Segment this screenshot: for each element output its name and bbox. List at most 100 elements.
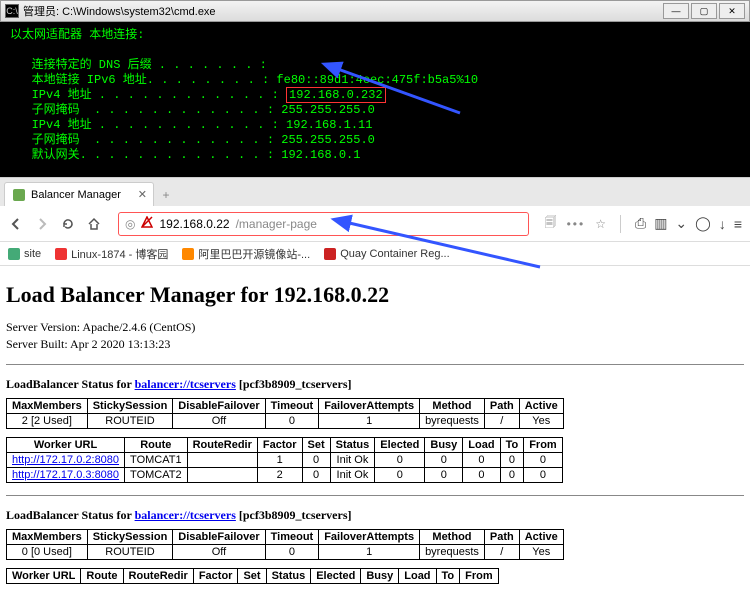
table-cell: 0	[425, 468, 463, 483]
table-cell: 0	[302, 453, 330, 468]
cmd-line: 子网掩码 . . . . . . . . . . . . : 255.255.2…	[10, 133, 740, 148]
home-button[interactable]	[86, 216, 102, 232]
table-cell: Init Ok	[330, 453, 375, 468]
table-header: To	[436, 569, 460, 584]
lb-table-1: MaxMembersStickySessionDisableFailoverTi…	[6, 398, 564, 429]
bookmark-item[interactable]: Linux-1874 - 博客园	[55, 246, 168, 262]
bookmark-bar: site Linux-1874 - 博客园 阿里巴巴开源镜像站-... Quay Co…	[0, 242, 750, 266]
worker-url-link[interactable]: http://172.17.0.3:8080	[12, 469, 119, 481]
status-suffix: [pcf3b8909_tcservers]	[236, 377, 352, 391]
cmd-header: 以太网适配器 本地连接:	[10, 28, 740, 43]
table-header: Status	[266, 569, 311, 584]
table-header: Timeout	[265, 399, 319, 414]
table-cell: 0	[500, 468, 524, 483]
table-cell: 0	[375, 453, 425, 468]
table-cell: 1	[319, 414, 420, 429]
table-cell: 0	[425, 453, 463, 468]
table-cell: 0	[375, 468, 425, 483]
table-header: StickySession	[87, 399, 173, 414]
sidebar-icon[interactable]: ▥	[654, 215, 667, 232]
forward-button[interactable]	[34, 216, 50, 232]
balancer-link[interactable]: balancer://tcservers	[135, 377, 236, 391]
bookmark-label: Linux-1874 - 博客园	[71, 246, 168, 262]
pocket-icon[interactable]: ⌄	[675, 215, 687, 232]
balancer-link[interactable]: balancer://tcservers	[135, 508, 236, 522]
not-secure-icon[interactable]	[141, 216, 153, 231]
cmd-line: 默认网关. . . . . . . . . . . . . : 192.168.…	[10, 148, 740, 163]
close-button[interactable]: ✕	[719, 3, 745, 19]
url-host: 192.168.0.22	[159, 217, 229, 231]
back-button[interactable]	[8, 216, 24, 232]
table-header: Busy	[361, 569, 399, 584]
table-header: RouteRedir	[187, 438, 257, 453]
table-header: Timeout	[265, 530, 319, 545]
table-cell: Off	[173, 545, 265, 560]
divider	[6, 495, 744, 496]
worker-table-2: Worker URLRouteRouteRedirFactorSetStatus…	[6, 568, 499, 584]
bookmark-item[interactable]: 阿里巴巴开源镜像站-...	[182, 246, 310, 262]
address-bar[interactable]: ◎ 192.168.0.22/manager-page	[118, 212, 529, 236]
tracking-shield-icon[interactable]: ◎	[125, 217, 135, 231]
bookmark-label: 阿里巴巴开源镜像站-...	[198, 246, 310, 262]
table-cell: 0	[463, 453, 500, 468]
url-path: /manager-page	[236, 217, 317, 231]
table-header: Status	[330, 438, 375, 453]
worker-url-link[interactable]: http://172.17.0.2:8080	[12, 454, 119, 466]
table-header: Method	[420, 530, 485, 545]
minimize-button[interactable]: —	[663, 3, 689, 19]
lb-status-2: LoadBalancer Status for balancer://tcser…	[6, 508, 744, 523]
bookmark-star-icon[interactable]: ☆	[595, 217, 606, 231]
cmd-terminal: 以太网适配器 本地连接: 连接特定的 DNS 后缀 . . . . . . . …	[0, 22, 750, 177]
table-header: Worker URL	[7, 569, 81, 584]
tab-balancer[interactable]: Balancer Manager ✕	[4, 182, 154, 206]
table-cell: ROUTEID	[87, 414, 173, 429]
table-row: http://172.17.0.3:8080TOMCAT220Init Ok00…	[7, 468, 563, 483]
table-header: From	[524, 438, 563, 453]
table-cell: /	[484, 545, 519, 560]
table-header: StickySession	[87, 530, 173, 545]
table-cell: 0	[265, 414, 319, 429]
maximize-button[interactable]: ▢	[691, 3, 717, 19]
reload-button[interactable]	[60, 216, 76, 232]
cmd-line: IPv4 地址 . . . . . . . . . . . . : 192.16…	[10, 88, 740, 103]
status-prefix: LoadBalancer Status for	[6, 508, 135, 522]
tab-close-icon[interactable]: ✕	[138, 188, 147, 201]
table-header: Set	[302, 438, 330, 453]
menu-more-icon[interactable]: •••	[567, 217, 586, 231]
table-cell: 2 [2 Used]	[7, 414, 88, 429]
tab-favicon	[13, 189, 25, 201]
lb-status-1: LoadBalancer Status for balancer://tcser…	[6, 377, 744, 392]
table-header: Load	[463, 438, 500, 453]
bookmark-favicon	[8, 248, 20, 260]
new-tab-button[interactable]: +	[154, 184, 178, 206]
status-suffix: [pcf3b8909_tcservers]	[236, 508, 352, 522]
table-cell	[187, 468, 257, 483]
table-cell: 0	[463, 468, 500, 483]
bookmark-item[interactable]: Quay Container Reg...	[324, 248, 449, 260]
hamburger-menu-icon[interactable]: ≡	[734, 216, 742, 232]
table-cell	[187, 453, 257, 468]
table-header: DisableFailover	[173, 530, 265, 545]
table-cell: Yes	[519, 414, 563, 429]
bookmark-label: site	[24, 248, 41, 260]
reader-view-icon[interactable]: 🗐	[545, 213, 557, 234]
library-icon[interactable]: ⎙	[635, 215, 646, 232]
bookmark-item[interactable]: site	[8, 248, 41, 260]
table-cell: byrequests	[420, 545, 485, 560]
worker-table-1: Worker URLRouteRouteRedirFactorSetStatus…	[6, 437, 563, 483]
download-icon[interactable]: ↓	[719, 216, 726, 232]
page-content: Load Balancer Manager for 192.168.0.22 S…	[0, 266, 750, 602]
table-cell: Off	[173, 414, 265, 429]
browser-chrome: Balancer Manager ✕ + ◎ 192.168.0.22/mana…	[0, 177, 750, 266]
table-header: RouteRedir	[123, 569, 193, 584]
bookmark-label: Quay Container Reg...	[340, 248, 449, 260]
lb-table-2: MaxMembersStickySessionDisableFailoverTi…	[6, 529, 564, 560]
table-header: DisableFailover	[173, 399, 265, 414]
table-header: Worker URL	[7, 438, 125, 453]
table-header: Route	[125, 438, 188, 453]
table-cell: ROUTEID	[87, 545, 173, 560]
tab-strip: Balancer Manager ✕ +	[0, 178, 750, 206]
table-header: Path	[484, 399, 519, 414]
account-icon[interactable]: ◯	[695, 215, 711, 232]
bookmark-favicon	[182, 248, 194, 260]
